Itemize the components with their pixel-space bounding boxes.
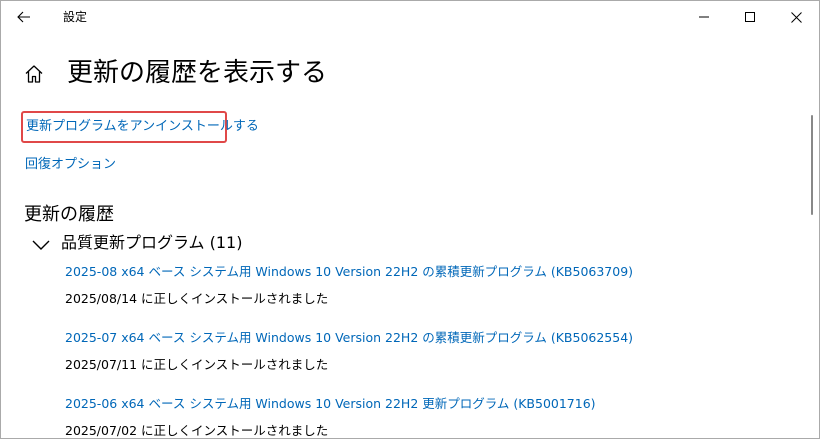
close-button[interactable]	[773, 1, 819, 33]
quality-updates-group-label: 品質更新プログラム (11)	[61, 233, 243, 252]
update-item-status-1: 2025/08/14 に正しくインストールされました	[65, 291, 329, 306]
page-title: 更新の履歴を表示する	[67, 58, 328, 88]
recovery-options-link[interactable]: 回復オプション	[25, 156, 116, 174]
title-bar: 設定	[1, 1, 819, 33]
minimize-icon	[699, 16, 709, 18]
home-icon[interactable]	[23, 63, 45, 85]
scrollbar-thumb[interactable]	[811, 115, 813, 215]
close-icon	[790, 11, 802, 23]
minimize-button[interactable]	[681, 1, 727, 33]
update-item-status-3: 2025/07/02 に正しくインストールされました	[65, 423, 329, 438]
maximize-icon	[745, 12, 755, 22]
settings-window: 設定 更新の履歴を表示する 更新プログラムをアンインストールする 回復オプション…	[0, 0, 820, 439]
maximize-button[interactable]	[727, 1, 773, 33]
uninstall-updates-label: 更新プログラムをアンインストールする	[26, 119, 259, 134]
back-arrow-icon	[17, 11, 30, 23]
update-history-heading: 更新の履歴	[24, 204, 114, 225]
window-title: 設定	[63, 10, 88, 24]
back-button[interactable]	[9, 3, 39, 31]
update-item-title-2[interactable]: 2025-07 x64 ベース システム用 Windows 10 Version…	[65, 329, 633, 347]
update-item-title-3[interactable]: 2025-06 x64 ベース システム用 Windows 10 Version…	[65, 395, 596, 413]
update-item-status-2: 2025/07/11 に正しくインストールされました	[65, 357, 329, 372]
update-item-title-1[interactable]: 2025-08 x64 ベース システム用 Windows 10 Version…	[65, 263, 633, 281]
chevron-down-icon	[32, 240, 50, 250]
uninstall-updates-link[interactable]: 更新プログラムをアンインストールする	[21, 111, 259, 143]
